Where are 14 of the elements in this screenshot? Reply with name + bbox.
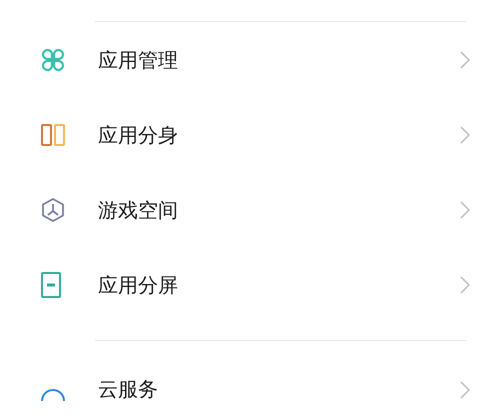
- chevron-right-icon: [460, 276, 470, 294]
- settings-item[interactable]: 应用分屏: [0, 247, 500, 322]
- hexagon-icon: [40, 196, 66, 222]
- settings-item[interactable]: 游戏空间: [0, 172, 500, 247]
- settings-item[interactable]: 应用管理: [0, 22, 500, 97]
- two-panels-icon: [40, 122, 66, 146]
- app-grid-icon: [40, 48, 66, 72]
- chevron-right-icon: [460, 51, 470, 70]
- chevron-right-icon: [460, 126, 470, 144]
- split-screen-icon: [40, 270, 62, 298]
- settings-item[interactable]: 云服务: [0, 341, 500, 401]
- chevron-right-icon: [460, 380, 470, 399]
- settings-item[interactable]: 应用分身: [0, 97, 500, 172]
- chevron-right-icon: [460, 201, 470, 220]
